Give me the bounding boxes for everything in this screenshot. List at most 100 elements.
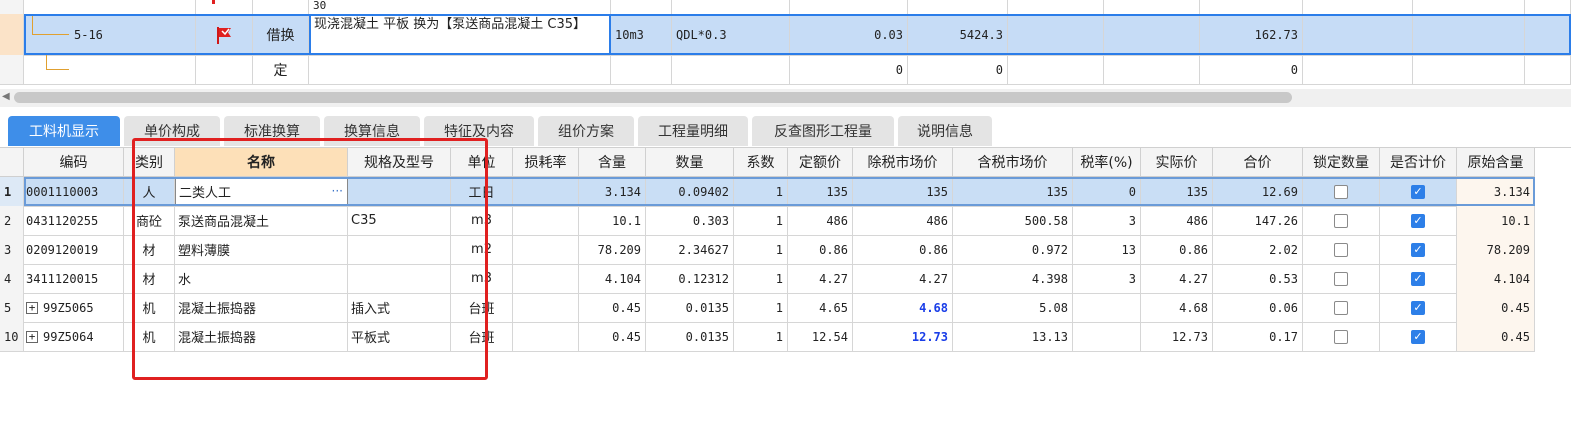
- original-content-value[interactable]: 0.45: [1457, 293, 1535, 322]
- checkbox-icon[interactable]: ✓: [1411, 213, 1425, 228]
- total-value[interactable]: 0.53: [1213, 264, 1303, 293]
- is-priced-cell[interactable]: ✓: [1380, 235, 1457, 264]
- quota-total[interactable]: 0: [1200, 55, 1303, 84]
- coefficient-value[interactable]: 1: [734, 235, 788, 264]
- tab-conversion-info[interactable]: 换算信息: [324, 116, 420, 146]
- coefficient-value[interactable]: 1: [734, 293, 788, 322]
- ex-tax-price-value[interactable]: 135: [853, 177, 953, 206]
- actual-price-value[interactable]: 486: [1141, 206, 1213, 235]
- col-header-total[interactable]: 合价: [1213, 148, 1303, 176]
- actual-price-value[interactable]: 4.68: [1141, 293, 1213, 322]
- col-header-quota-price[interactable]: 定额价: [788, 148, 853, 176]
- quota-price-value[interactable]: 12.54: [788, 322, 853, 351]
- ellipsis-icon[interactable]: ···: [332, 184, 343, 198]
- resource-code[interactable]: 0209120019: [24, 235, 124, 264]
- lock-qty-cell[interactable]: [1303, 235, 1380, 264]
- is-priced-cell[interactable]: ✓: [1380, 206, 1457, 235]
- tax-rate-value[interactable]: 0: [1073, 177, 1141, 206]
- tab-features-content[interactable]: 特征及内容: [424, 116, 534, 146]
- checkbox-icon[interactable]: ✓: [1411, 184, 1425, 199]
- actual-price-value[interactable]: 135: [1141, 177, 1213, 206]
- quantity-value[interactable]: 0.12312: [646, 264, 734, 293]
- resource-code[interactable]: 0001110003: [24, 177, 124, 206]
- content-value[interactable]: 78.209: [579, 235, 646, 264]
- resource-category[interactable]: 机: [124, 293, 175, 322]
- resource-category[interactable]: 材: [124, 264, 175, 293]
- resource-spec[interactable]: [348, 235, 451, 264]
- inc-tax-price-value[interactable]: 13.13: [953, 322, 1073, 351]
- quota-type[interactable]: 借换: [253, 14, 309, 55]
- col-header-name[interactable]: 名称: [175, 148, 348, 176]
- inc-tax-price-value[interactable]: 0.972: [953, 235, 1073, 264]
- content-value[interactable]: 4.104: [579, 264, 646, 293]
- checkbox-icon[interactable]: ✓: [1411, 300, 1425, 315]
- resource-unit[interactable]: 工日: [451, 177, 513, 206]
- name-cell[interactable]: 30: [309, 0, 611, 14]
- col-header-lock-qty[interactable]: 锁定数量: [1303, 148, 1380, 176]
- coefficient-value[interactable]: 1: [734, 206, 788, 235]
- quota-price[interactable]: 0: [908, 55, 1008, 84]
- resource-unit[interactable]: m3: [451, 264, 513, 293]
- checkbox-icon[interactable]: [1334, 300, 1348, 315]
- total-value[interactable]: 0.06: [1213, 293, 1303, 322]
- quota-price-value[interactable]: 135: [788, 177, 853, 206]
- lock-qty-cell[interactable]: [1303, 264, 1380, 293]
- top-partial-row[interactable]: 30: [0, 0, 1571, 15]
- col-header-is-priced[interactable]: 是否计价: [1380, 148, 1457, 176]
- tab-description-info[interactable]: 说明信息: [898, 116, 992, 146]
- resource-name[interactable]: 混凝土振捣器: [175, 322, 348, 351]
- table-row[interactable]: 2 0431120255 商砼 泵送商品混凝土 C35 m3 10.1 0.303 1 486 48…: [0, 206, 1535, 236]
- is-priced-cell[interactable]: ✓: [1380, 264, 1457, 293]
- coefficient-value[interactable]: 1: [734, 322, 788, 351]
- col-header-category[interactable]: 类别: [124, 148, 175, 176]
- tab-pricing-scheme[interactable]: 组价方案: [538, 116, 634, 146]
- actual-price-value[interactable]: 0.86: [1141, 235, 1213, 264]
- inc-tax-price-value[interactable]: 135: [953, 177, 1073, 206]
- resource-code[interactable]: +99Z5064: [24, 322, 124, 351]
- quantity-value[interactable]: 0.0135: [646, 322, 734, 351]
- loss-rate[interactable]: [513, 177, 579, 206]
- flag-cell[interactable]: [196, 14, 253, 55]
- resource-name[interactable]: 水: [175, 264, 348, 293]
- name-cell[interactable]: [309, 55, 611, 84]
- loss-rate[interactable]: [513, 235, 579, 264]
- ex-tax-price-value[interactable]: 4.68: [853, 293, 953, 322]
- col-header-original-content[interactable]: 原始含量: [1457, 148, 1535, 176]
- resource-category[interactable]: 材: [124, 235, 175, 264]
- quota-type[interactable]: 定: [253, 55, 309, 84]
- lock-qty-cell[interactable]: [1303, 177, 1380, 206]
- resource-spec[interactable]: 平板式: [348, 322, 451, 351]
- resource-code[interactable]: 3411120015: [24, 264, 124, 293]
- col-header-loss-rate[interactable]: 损耗率: [513, 148, 579, 176]
- resource-name[interactable]: 泵送商品混凝土: [175, 206, 348, 235]
- resource-name[interactable]: 混凝土振捣器: [175, 293, 348, 322]
- quota-expression[interactable]: QDL*0.3: [672, 14, 790, 55]
- col-header-inc-tax-price[interactable]: 含税市场价: [953, 148, 1073, 176]
- original-content-value[interactable]: 78.209: [1457, 235, 1535, 264]
- quantity-value[interactable]: 0.303: [646, 206, 734, 235]
- col-header-content[interactable]: 含量: [579, 148, 646, 176]
- original-content-value[interactable]: 10.1: [1457, 206, 1535, 235]
- is-priced-cell[interactable]: ✓: [1380, 177, 1457, 206]
- ex-tax-price-value[interactable]: 12.73: [853, 322, 953, 351]
- quantity-value[interactable]: 0.0135: [646, 293, 734, 322]
- loss-rate[interactable]: [513, 264, 579, 293]
- total-value[interactable]: 12.69: [1213, 177, 1303, 206]
- tax-rate-value[interactable]: 3: [1073, 264, 1141, 293]
- resource-category[interactable]: 人: [124, 177, 175, 206]
- quantity-value[interactable]: 0.09402: [646, 177, 734, 206]
- coefficient-value[interactable]: 1: [734, 264, 788, 293]
- table-row[interactable]: 3 0209120019 材塑料薄膜 m2 78.209 2.34627 1 0.86 0.86…: [0, 235, 1535, 265]
- total-value[interactable]: 147.26: [1213, 206, 1303, 235]
- inc-tax-price-value[interactable]: 5.08: [953, 293, 1073, 322]
- type-cell[interactable]: [253, 0, 309, 14]
- resource-category[interactable]: 商砼: [124, 206, 175, 235]
- col-header-actual-price[interactable]: 实际价: [1141, 148, 1213, 176]
- quota-price-value[interactable]: 0.86: [788, 235, 853, 264]
- checkbox-icon[interactable]: ✓: [1411, 271, 1425, 286]
- plus-square-icon[interactable]: +: [26, 330, 38, 343]
- quota-name[interactable]: 现浇混凝土 平板 换为【泵送商品混凝土 C35】: [309, 14, 611, 55]
- ex-tax-price-value[interactable]: 0.86: [853, 235, 953, 264]
- scrollbar-thumb[interactable]: [14, 92, 1292, 103]
- inc-tax-price-value[interactable]: 4.398: [953, 264, 1073, 293]
